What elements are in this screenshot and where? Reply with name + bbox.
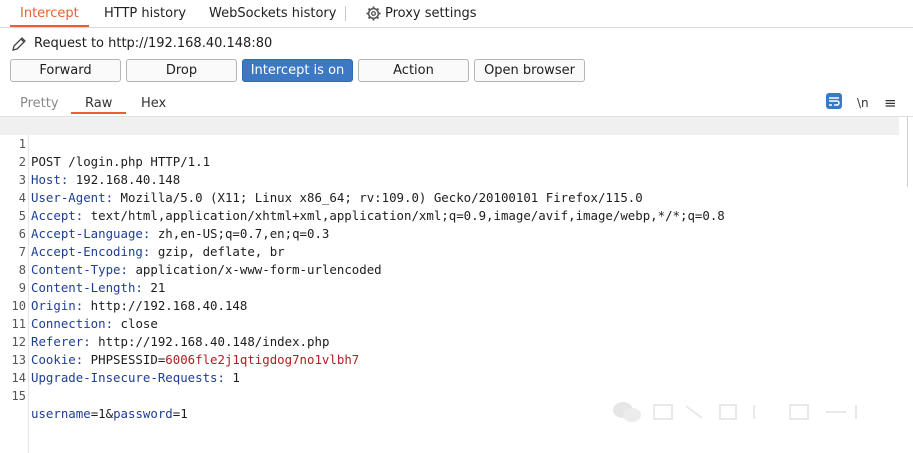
body-param-key: password bbox=[113, 406, 173, 421]
editor-line: 8 Content-Length: 21 bbox=[0, 243, 899, 295]
tab-http-history[interactable]: HTTP history bbox=[94, 0, 196, 27]
forward-button[interactable]: Forward bbox=[10, 59, 121, 82]
body-param-value: =1 bbox=[172, 406, 188, 421]
editor-line: 11 Referer: http://192.168.40.148/index.… bbox=[0, 297, 899, 349]
tab-hex[interactable]: Hex bbox=[136, 93, 171, 114]
action-button[interactable]: Action bbox=[358, 59, 469, 82]
editor-line: 2 Host: 192.168.40.148 bbox=[0, 135, 899, 187]
newline-toggle[interactable]: \n bbox=[857, 93, 869, 113]
drop-button[interactable]: Drop bbox=[126, 59, 237, 82]
tab-websockets-history[interactable]: WebSockets history bbox=[199, 0, 346, 27]
watermark bbox=[612, 400, 870, 424]
body-param-key: username bbox=[31, 406, 91, 421]
editor-line: 3 User-Agent: Mozilla/5.0 (X11; Linux x8… bbox=[0, 153, 899, 205]
gear-icon bbox=[366, 6, 381, 21]
proxy-settings-label: Proxy settings bbox=[385, 6, 477, 21]
scrollbar[interactable] bbox=[907, 117, 908, 187]
editor-line: 1 POST /login.php HTTP/1.1 bbox=[0, 117, 899, 169]
body-param-value: =1& bbox=[90, 406, 114, 421]
intercept-toggle-button[interactable]: Intercept is on bbox=[242, 59, 353, 82]
editor-line: 13 Upgrade-Insecure-Requests: 1 bbox=[0, 333, 899, 385]
hamburger-icon[interactable]: ≡ bbox=[884, 93, 897, 113]
request-target: Request to http://192.168.40.148:80 bbox=[10, 34, 272, 54]
tab-raw[interactable]: Raw bbox=[71, 93, 127, 114]
wrap-lines-icon[interactable] bbox=[825, 92, 843, 116]
editor-line: 10 Connection: close bbox=[0, 279, 899, 331]
editor-line: 9 Origin: http://192.168.40.148 bbox=[0, 261, 899, 313]
editor-line: 14 bbox=[0, 351, 899, 385]
chat-bubble-icon bbox=[613, 402, 641, 422]
watermark-glyphs bbox=[653, 404, 857, 420]
editor-line: 7 Content-Type: application/x-www-form-u… bbox=[0, 225, 899, 277]
pencil-icon[interactable] bbox=[10, 35, 28, 53]
open-browser-button[interactable]: Open browser bbox=[474, 59, 585, 82]
tab-pretty[interactable]: Pretty bbox=[15, 93, 64, 114]
editor-line: 12 Cookie: PHPSESSID=6006fle2j1qtigdog7n… bbox=[0, 315, 899, 367]
editor-line: 6 Accept-Encoding: gzip, deflate, br bbox=[0, 207, 899, 259]
tab-divider bbox=[345, 6, 346, 21]
tab-intercept[interactable]: Intercept bbox=[10, 0, 89, 27]
line-number: 15 bbox=[11, 389, 26, 403]
proxy-tab-bar: Intercept HTTP history WebSockets histor… bbox=[0, 0, 913, 28]
editor-line: 15 username=1&password=1 bbox=[0, 369, 899, 421]
request-target-label: Request to http://192.168.40.148:80 bbox=[34, 36, 273, 51]
editor-line: 4 Accept: text/html,application/xhtml+xm… bbox=[0, 171, 899, 223]
message-view-tabs: Pretty Raw Hex \n ≡ bbox=[0, 90, 913, 117]
editor-line: 5 Accept-Language: zh,en-US;q=0.7,en;q=0… bbox=[0, 189, 899, 241]
tab-proxy-settings[interactable]: Proxy settings bbox=[356, 0, 487, 27]
